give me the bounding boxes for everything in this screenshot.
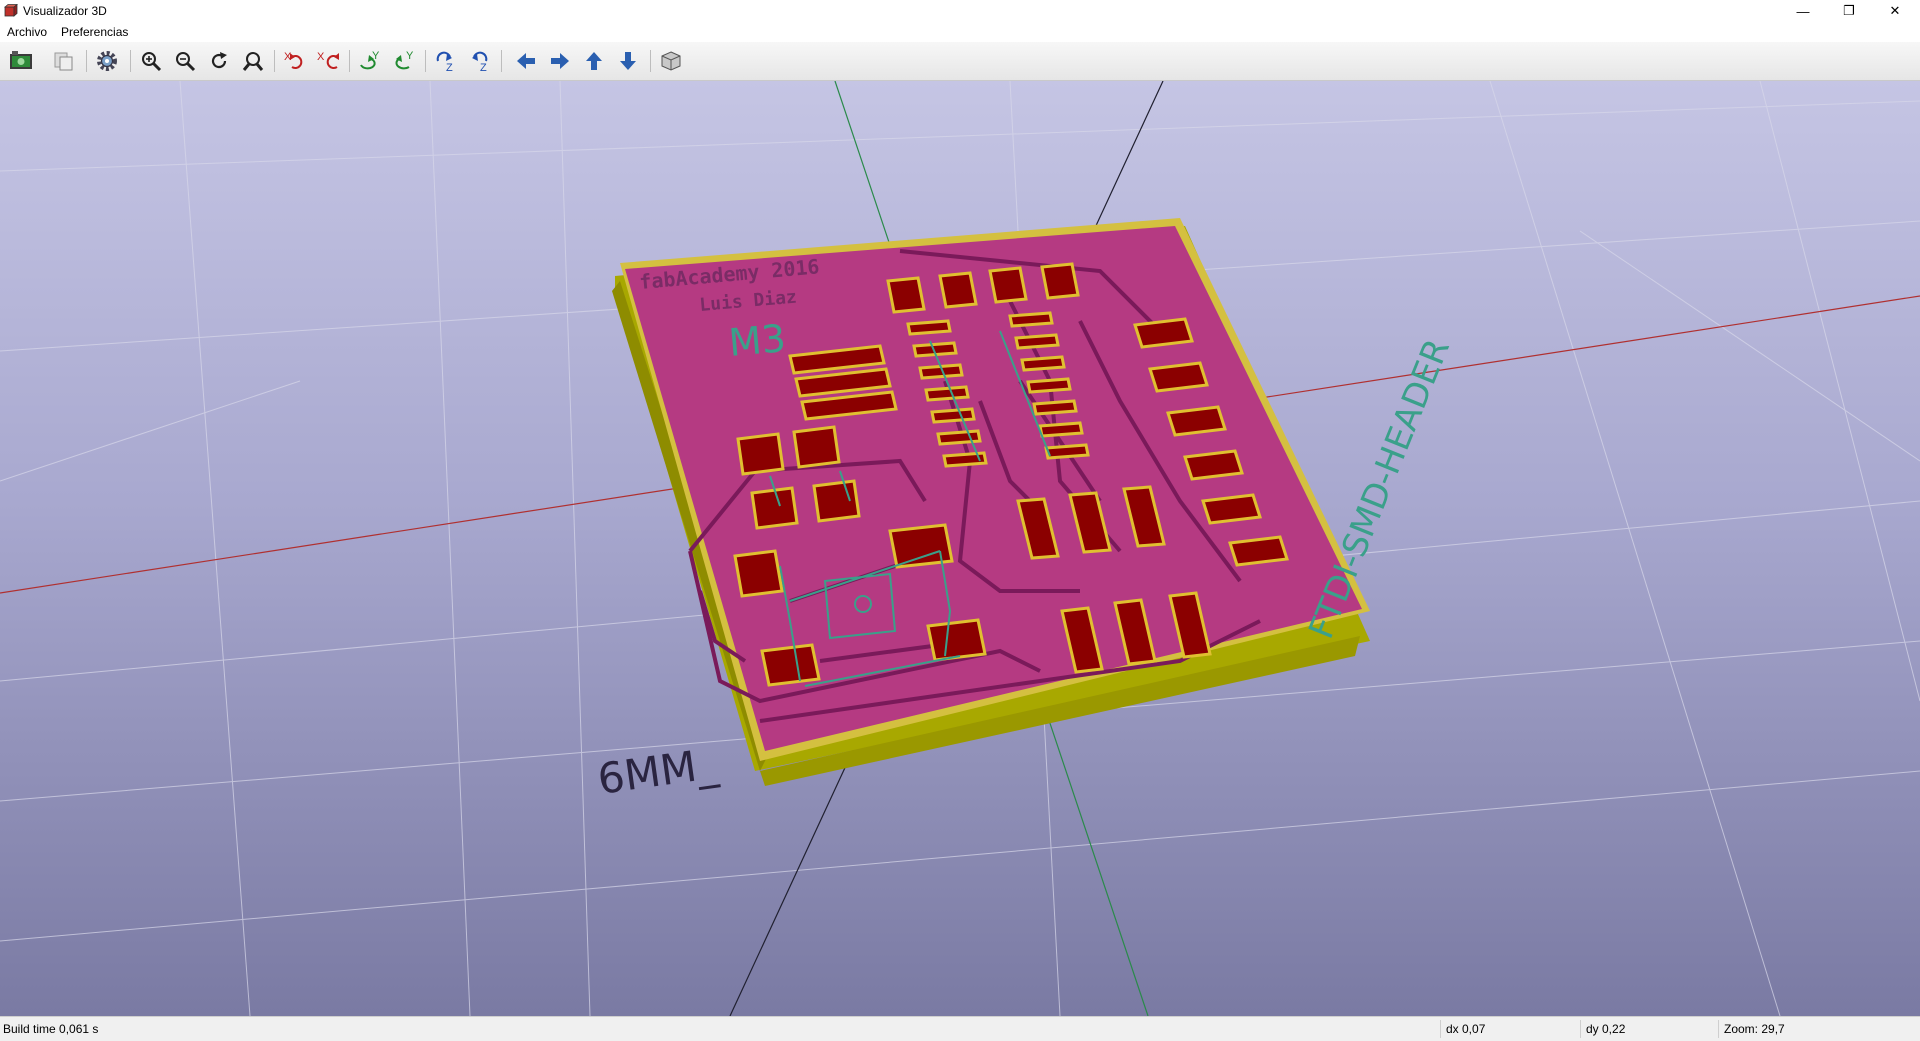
dx-readout: dx 0,07 bbox=[1446, 1022, 1486, 1036]
svg-text:Y: Y bbox=[406, 50, 414, 62]
zoom-out-button[interactable] bbox=[171, 47, 199, 75]
zoom-readout: Zoom: 29,7 bbox=[1724, 1022, 1785, 1036]
ortho-view-button[interactable] bbox=[657, 47, 685, 75]
zoom-out-icon bbox=[176, 52, 196, 72]
svg-text:Z: Z bbox=[446, 62, 453, 73]
rotate-z-cw-icon: Z bbox=[436, 51, 453, 73]
silk-text-m3: M3 bbox=[727, 316, 788, 365]
svg-text:Z: Z bbox=[480, 62, 487, 73]
rotate-x-ccw-button[interactable]: X bbox=[314, 47, 342, 75]
pcb-board: fabAcademy 2016 Luis Diaz M3 FTDI-SMD-HE… bbox=[595, 218, 1458, 804]
move-up-button[interactable] bbox=[580, 47, 608, 75]
move-right-icon bbox=[551, 53, 569, 69]
rotate-x-cw-icon: X bbox=[284, 51, 303, 69]
ortho-cube-icon bbox=[661, 51, 681, 71]
minimize-button[interactable]: — bbox=[1780, 0, 1826, 22]
export-image-icon bbox=[10, 51, 32, 69]
status-bar: Build time 0,061 s dx 0,07 dy 0,22 Zoom:… bbox=[0, 1016, 1920, 1041]
rotate-x-ccw-icon: X bbox=[317, 51, 339, 69]
copy-clipboard-button[interactable] bbox=[50, 47, 78, 75]
zoom-fit-button[interactable] bbox=[239, 47, 267, 75]
restore-button[interactable]: ❐ bbox=[1826, 0, 1872, 22]
zoom-in-icon bbox=[142, 52, 162, 72]
viewport-scene: fabAcademy 2016 Luis Diaz M3 FTDI-SMD-HE… bbox=[0, 81, 1920, 1016]
export-image-button[interactable] bbox=[7, 47, 35, 75]
rotate-z-ccw-button[interactable]: Z bbox=[466, 47, 494, 75]
zoom-in-button[interactable] bbox=[137, 47, 165, 75]
move-up-icon bbox=[586, 52, 602, 70]
menu-bar: Archivo Preferencias bbox=[0, 22, 1920, 42]
move-left-icon bbox=[517, 53, 535, 69]
move-right-button[interactable] bbox=[546, 47, 574, 75]
rotate-y-ccw-button[interactable]: Y bbox=[390, 47, 418, 75]
rotate-z-cw-button[interactable]: Z bbox=[432, 47, 460, 75]
move-down-button[interactable] bbox=[614, 47, 642, 75]
rotate-y-cw-button[interactable]: Y bbox=[356, 47, 384, 75]
redraw-button[interactable] bbox=[205, 47, 233, 75]
window-title: Visualizador 3D bbox=[23, 4, 107, 18]
dy-readout: dy 0,22 bbox=[1586, 1022, 1626, 1036]
build-time-readout: Build time 0,061 s bbox=[3, 1022, 99, 1036]
settings-gear-icon bbox=[97, 51, 117, 71]
3d-viewer-app-icon bbox=[4, 4, 18, 17]
settings-button[interactable] bbox=[93, 47, 121, 75]
menu-archivo[interactable]: Archivo bbox=[7, 25, 47, 39]
svg-text:X: X bbox=[317, 51, 325, 63]
silk-text-6mm: 6MM_ bbox=[595, 739, 722, 804]
redraw-icon bbox=[211, 52, 227, 69]
copy-clipboard-icon bbox=[54, 52, 73, 71]
rotate-z-ccw-icon: Z bbox=[472, 51, 488, 73]
menu-preferencias[interactable]: Preferencias bbox=[61, 25, 128, 39]
rotate-y-cw-icon: Y bbox=[360, 50, 380, 70]
rotate-y-ccw-icon: Y bbox=[395, 50, 414, 70]
move-left-button[interactable] bbox=[512, 47, 540, 75]
zoom-fit-icon bbox=[242, 52, 264, 71]
move-down-icon bbox=[620, 52, 636, 70]
rotate-x-cw-button[interactable]: X bbox=[281, 47, 309, 75]
title-bar: Visualizador 3D — ❐ ✕ bbox=[0, 0, 1920, 22]
close-button[interactable]: ✕ bbox=[1872, 0, 1918, 22]
toolbar: X X Y Y Z Z bbox=[0, 42, 1920, 81]
3d-viewport[interactable]: fabAcademy 2016 Luis Diaz M3 FTDI-SMD-HE… bbox=[0, 81, 1920, 1016]
